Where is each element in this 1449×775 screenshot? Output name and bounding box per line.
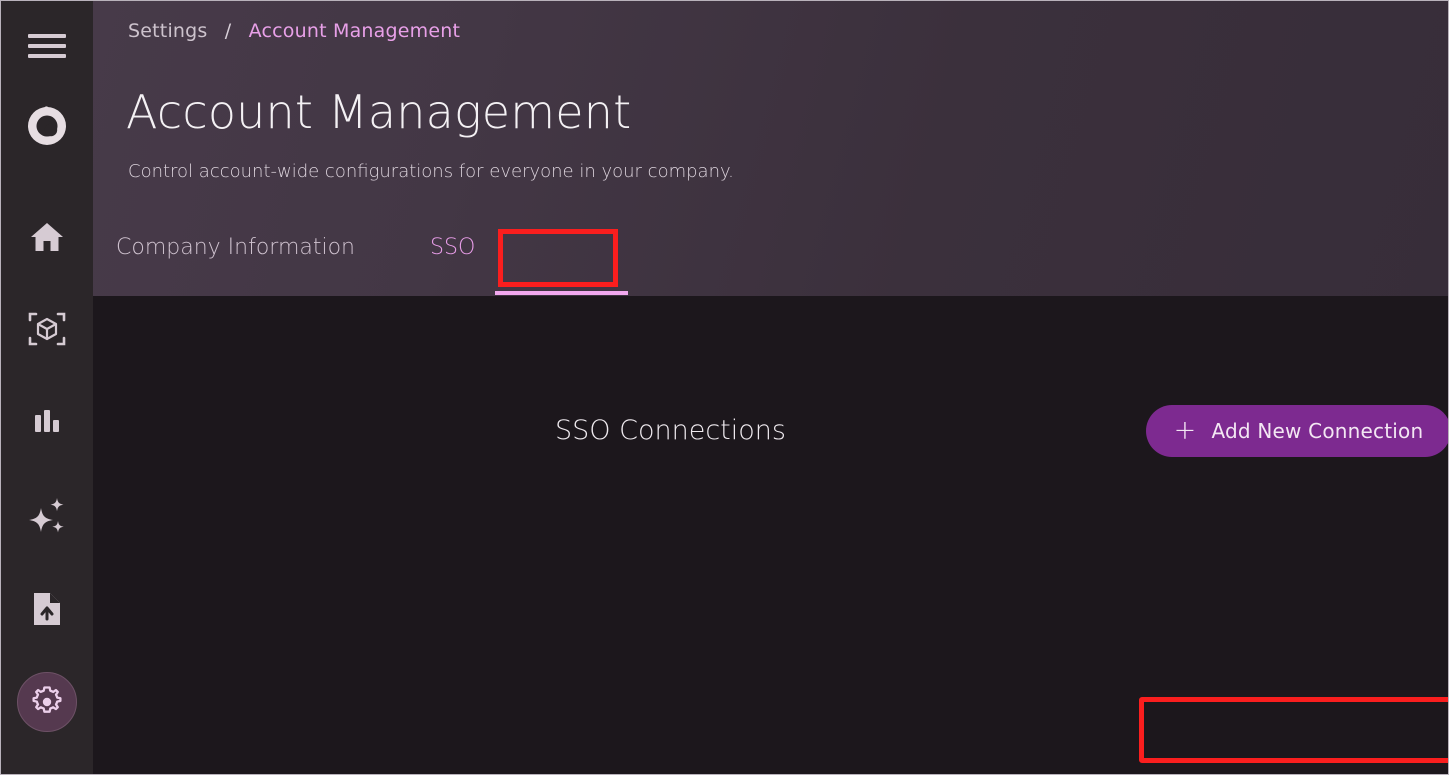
sso-panel: SSO Connections + Add New Connection <box>93 296 1448 774</box>
logo-icon <box>20 100 74 154</box>
add-new-connection-button[interactable]: + Add New Connection <box>1146 405 1448 457</box>
plus-icon: + <box>1174 417 1197 444</box>
annotation-box-sso-tab <box>498 229 618 287</box>
sidebar-item-assets[interactable] <box>1 307 93 351</box>
sso-connections-heading: SSO Connections <box>555 415 786 446</box>
active-tab-underline <box>495 291 628 295</box>
main-content: Settings / Account Management Account Ma… <box>93 1 1448 774</box>
sidebar-item-analytics[interactable] <box>1 404 93 440</box>
account-management-screen: Settings / Account Management Account Ma… <box>0 0 1449 775</box>
home-icon <box>30 221 64 253</box>
sparkles-icon <box>27 496 67 536</box>
tab-company-information[interactable]: Company Information <box>93 237 355 259</box>
page-header: Settings / Account Management Account Ma… <box>93 1 1448 296</box>
bar-chart-icon <box>33 408 61 436</box>
breadcrumb-separator: / <box>225 20 232 42</box>
cube-scan-icon <box>28 310 66 348</box>
breadcrumb-settings[interactable]: Settings <box>128 20 208 42</box>
app-logo[interactable] <box>1 99 93 155</box>
hamburger-menu-button[interactable] <box>1 23 93 69</box>
sidebar-item-upload[interactable] <box>1 588 93 630</box>
tab-sso[interactable]: SSO <box>355 237 475 259</box>
sidebar-nav <box>1 1 93 774</box>
tab-bar: Company Information SSO <box>93 237 475 259</box>
page-title: Account Management <box>126 89 631 135</box>
page-subtitle: Control account-wide configurations for … <box>128 161 734 182</box>
breadcrumb: Settings / Account Management <box>128 20 460 42</box>
annotation-box-add-connection <box>1139 697 1448 763</box>
sidebar-item-ai[interactable] <box>1 494 93 538</box>
breadcrumb-current: Account Management <box>249 20 461 42</box>
hamburger-menu-icon <box>28 33 66 59</box>
gear-icon <box>31 686 63 718</box>
sidebar-item-settings[interactable] <box>1 672 93 732</box>
add-new-connection-label: Add New Connection <box>1212 419 1424 443</box>
sidebar-item-home[interactable] <box>1 216 93 258</box>
settings-active-highlight <box>17 672 77 732</box>
file-upload-icon <box>32 591 62 627</box>
